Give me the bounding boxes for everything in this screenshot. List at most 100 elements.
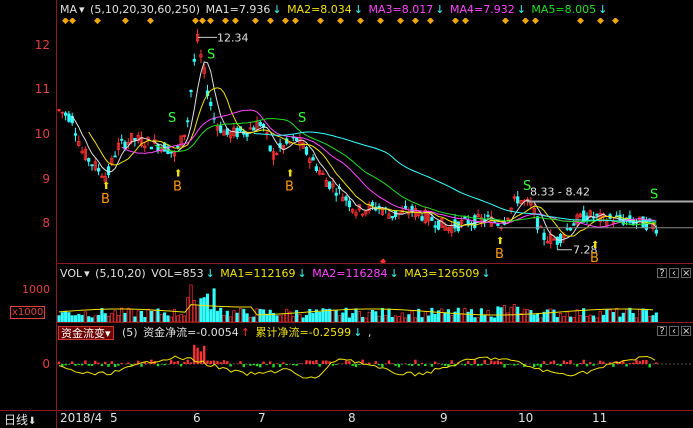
flow-bar xyxy=(71,361,74,364)
volume-bar xyxy=(334,309,338,322)
candle-body xyxy=(268,145,272,152)
volume-bar xyxy=(163,312,167,322)
panel-settings-icon[interactable]: ? xyxy=(657,326,667,337)
volume-chart[interactable] xyxy=(57,281,693,322)
candle-body xyxy=(496,223,500,226)
volume-bar xyxy=(311,312,315,322)
panel-divider-1 xyxy=(56,263,693,264)
volume-bar xyxy=(123,312,127,322)
volume-bar xyxy=(456,307,460,322)
high-price-label: 12.34 xyxy=(217,31,249,44)
flow-bar xyxy=(146,363,150,364)
flow-bar xyxy=(434,361,437,364)
flow-bar xyxy=(229,364,232,367)
volume-bar xyxy=(285,308,289,322)
x-label-apr: 2018/4 xyxy=(60,411,103,425)
candle-body xyxy=(186,120,190,123)
candle-body xyxy=(486,214,490,217)
flow-bar xyxy=(90,364,94,366)
flow-bar xyxy=(410,364,414,366)
flow-bar xyxy=(179,364,183,367)
volume-bar xyxy=(304,315,309,322)
volume-bar xyxy=(578,315,582,322)
volume-bar xyxy=(133,316,137,322)
volume-bar xyxy=(535,313,540,322)
event-marker-icon: ◆ xyxy=(522,18,529,26)
candle-body xyxy=(209,101,213,106)
candle-body xyxy=(133,138,137,141)
flow-bar xyxy=(216,361,219,364)
volume-bar xyxy=(120,307,124,322)
ma3-value: MA3=8.017 xyxy=(368,3,434,16)
volume-params: (5,10,20) xyxy=(95,267,146,280)
volume-bar xyxy=(654,312,658,322)
volume-bar xyxy=(298,314,302,322)
volume-bar xyxy=(275,315,279,322)
event-marker-icon: ◆ xyxy=(199,18,206,26)
volume-bar xyxy=(248,316,252,322)
flow-bar xyxy=(655,362,658,364)
event-marker-icon: ◆ xyxy=(337,18,344,26)
flow-bar xyxy=(354,364,358,368)
capital-flow-dropdown[interactable]: 资金流变▾ xyxy=(58,326,114,340)
flow-bar xyxy=(533,364,536,368)
candlestick-chart[interactable]: 12.347.288.33 - 8.42B⬆ B⬆B⬆B⬆B⬆SSSSS◆ ◆ ◆ ◆ ◆… xyxy=(57,18,693,263)
volume-bar xyxy=(483,315,487,322)
volume-bar xyxy=(394,315,398,322)
flow-bar xyxy=(391,363,394,364)
volume-bar xyxy=(403,317,408,322)
panel-minimize-icon[interactable]: ‹ xyxy=(669,326,679,337)
flow-bar xyxy=(163,364,166,366)
volume-bar xyxy=(265,313,269,322)
volume-bar xyxy=(407,314,411,322)
arrow-down-icon: ↓ xyxy=(598,3,608,16)
flow-bar xyxy=(120,362,123,364)
candle-body xyxy=(90,164,94,167)
volume-bar xyxy=(192,299,196,322)
flow-bar xyxy=(599,360,602,364)
ma4-value: MA4=7.932 xyxy=(449,3,515,16)
panel-close-icon[interactable]: × xyxy=(681,268,691,279)
vol-ma1: MA1=112169 xyxy=(220,267,296,280)
flow-bar xyxy=(262,361,265,364)
flow-bar xyxy=(305,360,308,364)
volume-bar xyxy=(64,310,68,322)
volume-bar xyxy=(60,312,64,322)
candle-body xyxy=(176,145,180,148)
volume-bar xyxy=(466,311,470,322)
volume-bar xyxy=(146,308,150,322)
flow-bar xyxy=(351,364,354,366)
panel-settings-icon[interactable]: ? xyxy=(657,268,667,279)
volume-bar xyxy=(423,310,427,322)
candle-body xyxy=(123,141,127,150)
volume-bar xyxy=(232,310,236,322)
flow-bar xyxy=(579,362,582,364)
flow-bar xyxy=(100,364,104,366)
flow-bar xyxy=(542,361,546,364)
flow-bar xyxy=(437,363,440,364)
flow-bar xyxy=(552,360,556,364)
volume-bar xyxy=(116,314,120,322)
flow-bar xyxy=(97,362,100,364)
panel-minimize-icon[interactable]: ‹ xyxy=(669,268,679,279)
flow-bar xyxy=(625,364,628,367)
volume-bar xyxy=(301,317,305,322)
flow-bar xyxy=(394,364,397,366)
panel-close-icon[interactable]: × xyxy=(681,326,691,337)
flow-bar xyxy=(407,364,410,366)
capital-flow-chart[interactable] xyxy=(57,340,693,410)
period-selector[interactable]: 日线⬇ xyxy=(4,411,36,428)
volume-bar xyxy=(83,311,87,322)
y-tick-11: 11 xyxy=(34,82,50,96)
volume-indicator-dropdown[interactable]: VOL ▾ xyxy=(60,267,90,280)
volume-bar xyxy=(611,312,615,322)
candle-body xyxy=(453,219,457,229)
volume-bar xyxy=(493,317,497,322)
volume-bar xyxy=(205,293,210,322)
volume-bar xyxy=(384,315,388,322)
main-indicator-dropdown[interactable]: MA ▾ xyxy=(60,3,85,16)
ma5-value: MA5=8.005 xyxy=(531,3,597,16)
volume-bar xyxy=(592,315,596,322)
volume-bar xyxy=(397,316,401,322)
flow-bar xyxy=(67,364,71,365)
